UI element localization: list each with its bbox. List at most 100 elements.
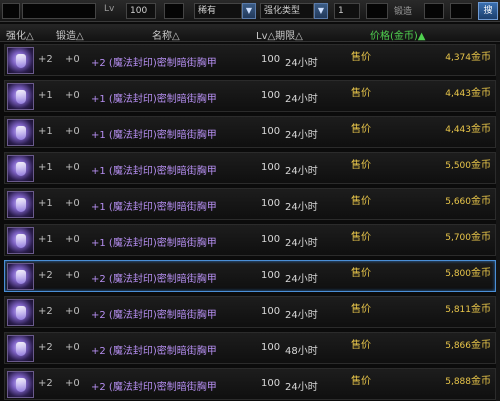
filter-field-5[interactable] (424, 3, 444, 19)
enhance-type-dropdown-chevron-icon[interactable]: ▼ (314, 3, 328, 19)
auction-row[interactable]: +1 +0 +1 (魔法封印)密制暗街胸甲 100 24小时 售价 5,660金币 (4, 188, 496, 220)
price-amount: 4,443 (445, 125, 471, 135)
price-unit: 金币 (471, 340, 491, 351)
listing-duration: 24小时 (285, 238, 318, 249)
upgrade-value: +2 (38, 306, 53, 317)
price-value: 4,443金币 (445, 120, 491, 135)
rarity-dropdown-chevron-icon[interactable]: ▼ (242, 3, 256, 19)
sort-price-header[interactable]: 价格(金币)▲ (370, 27, 426, 42)
price-amount: 5,660 (445, 197, 471, 207)
sell-price-label: 售价 (351, 340, 371, 351)
level-label: Lv (104, 4, 115, 14)
item-name: +2 (魔法封印)密制暗街胸甲 (91, 346, 217, 357)
auction-row[interactable]: +2 +0 +2 (魔法封印)密制暗街胸甲 100 48小时 售价 5,866金币 (4, 332, 496, 364)
filter-field-3[interactable] (164, 3, 184, 19)
price-value: 4,374金币 (445, 48, 491, 63)
rarity-select[interactable]: 稀有 (194, 3, 242, 19)
item-level: 100 (261, 342, 281, 353)
amplify-value: +0 (65, 126, 80, 137)
item-name: +1 (魔法封印)密制暗街胸甲 (91, 130, 217, 141)
filter-field-6[interactable] (450, 3, 472, 19)
price-unit: 金币 (471, 376, 491, 387)
sort-amplify-header[interactable]: 锻造△ (56, 27, 84, 42)
sell-price-label: 售价 (351, 304, 371, 315)
upgrade-value: +2 (38, 342, 53, 353)
chest-armor-icon[interactable] (7, 119, 34, 146)
chest-armor-icon[interactable] (7, 155, 34, 182)
level-input[interactable]: 100 (126, 3, 156, 19)
filter-field-4[interactable] (366, 3, 388, 19)
search-button[interactable]: 搜 (478, 2, 498, 20)
price-unit: 金币 (471, 52, 491, 63)
auction-row[interactable]: +1 +0 +1 (魔法封印)密制暗街胸甲 100 24小时 售价 5,500金币 (4, 152, 496, 184)
price-unit: 金币 (471, 304, 491, 315)
listing-duration: 24小时 (285, 310, 318, 321)
amplify-value: +0 (65, 54, 80, 65)
price-value: 5,866金币 (445, 336, 491, 351)
listing-duration: 48小时 (285, 346, 318, 357)
price-amount: 5,700 (445, 233, 471, 243)
upgrade-value: +2 (38, 378, 53, 389)
list-scrollbar[interactable] (496, 44, 500, 401)
filter-field-2[interactable] (22, 3, 96, 19)
item-name: +2 (魔法封印)密制暗街胸甲 (91, 310, 217, 321)
listing-duration: 24小时 (285, 166, 318, 177)
sell-price-label: 售价 (351, 52, 371, 63)
chest-armor-icon[interactable] (7, 47, 34, 74)
item-name: +2 (魔法封印)密制暗街胸甲 (91, 382, 217, 393)
price-unit: 金币 (471, 232, 491, 243)
auction-row[interactable]: +2 +0 +2 (魔法封印)密制暗街胸甲 100 24小时 售价 5,800金币 (4, 260, 496, 292)
upgrade-value: +2 (38, 54, 53, 65)
chest-armor-icon[interactable] (7, 299, 34, 326)
sort-name-header[interactable]: 名称△ (152, 27, 180, 42)
sell-price-label: 售价 (351, 124, 371, 135)
price-amount: 5,866 (445, 341, 471, 351)
price-amount: 5,500 (445, 161, 471, 171)
item-name: +1 (魔法封印)密制暗街胸甲 (91, 238, 217, 249)
filter-field-1[interactable] (2, 3, 20, 19)
auction-row[interactable]: +2 +0 +2 (魔法封印)密制暗街胸甲 100 24小时 售价 4,374金币 (4, 44, 496, 76)
listing-duration: 24小时 (285, 274, 318, 285)
price-unit: 金币 (471, 196, 491, 207)
item-level: 100 (261, 54, 281, 65)
price-amount: 5,811 (445, 305, 471, 315)
item-name: +2 (魔法封印)密制暗街胸甲 (91, 274, 217, 285)
item-name: +2 (魔法封印)密制暗街胸甲 (91, 58, 217, 69)
auction-row[interactable]: +1 +0 +1 (魔法封印)密制暗街胸甲 100 24小时 售价 4,443金币 (4, 116, 496, 148)
upgrade-value: +2 (38, 270, 53, 281)
item-name: +1 (魔法封印)密制暗街胸甲 (91, 166, 217, 177)
sort-lv-limit-header[interactable]: Lv△期限△ (256, 27, 303, 42)
amplify-value: +0 (65, 306, 80, 317)
price-amount: 5,888 (445, 377, 471, 387)
auction-row[interactable]: +1 +0 +1 (魔法封印)密制暗街胸甲 100 24小时 售价 4,443金币 (4, 80, 496, 112)
auction-row[interactable]: +2 +0 +2 (魔法封印)密制暗街胸甲 100 24小时 售价 5,811金币 (4, 296, 496, 328)
chest-armor-icon[interactable] (7, 335, 34, 362)
price-amount: 4,374 (445, 53, 471, 63)
amplify-value: +0 (65, 198, 80, 209)
enhance-type-select[interactable]: 强化类型 (260, 3, 314, 19)
item-name: +1 (魔法封印)密制暗街胸甲 (91, 202, 217, 213)
listing-duration: 24小时 (285, 202, 318, 213)
item-level: 100 (261, 378, 281, 389)
chest-armor-icon[interactable] (7, 191, 34, 218)
item-level: 100 (261, 270, 281, 281)
chest-armor-icon[interactable] (7, 227, 34, 254)
chest-armor-icon[interactable] (7, 263, 34, 290)
price-value: 5,888金币 (445, 372, 491, 387)
price-value: 5,660金币 (445, 192, 491, 207)
auction-row[interactable]: +1 +0 +1 (魔法封印)密制暗街胸甲 100 24小时 售价 5,700金币 (4, 224, 496, 256)
sort-upgrade-header[interactable]: 强化△ (6, 27, 34, 42)
sell-price-label: 售价 (351, 196, 371, 207)
price-value: 4,443金币 (445, 84, 491, 99)
item-name: +1 (魔法封印)密制暗街胸甲 (91, 94, 217, 105)
auction-row[interactable]: +2 +0 +2 (魔法封印)密制暗街胸甲 100 24小时 售价 5,888金币 (4, 368, 496, 400)
sell-price-label: 售价 (351, 268, 371, 279)
price-unit: 金币 (471, 88, 491, 99)
item-level: 100 (261, 162, 281, 173)
item-level: 100 (261, 306, 281, 317)
chest-armor-icon[interactable] (7, 83, 34, 110)
sell-price-label: 售价 (351, 88, 371, 99)
item-level: 100 (261, 126, 281, 137)
enhance-amount-input[interactable]: 1 (334, 3, 360, 19)
chest-armor-icon[interactable] (7, 371, 34, 398)
